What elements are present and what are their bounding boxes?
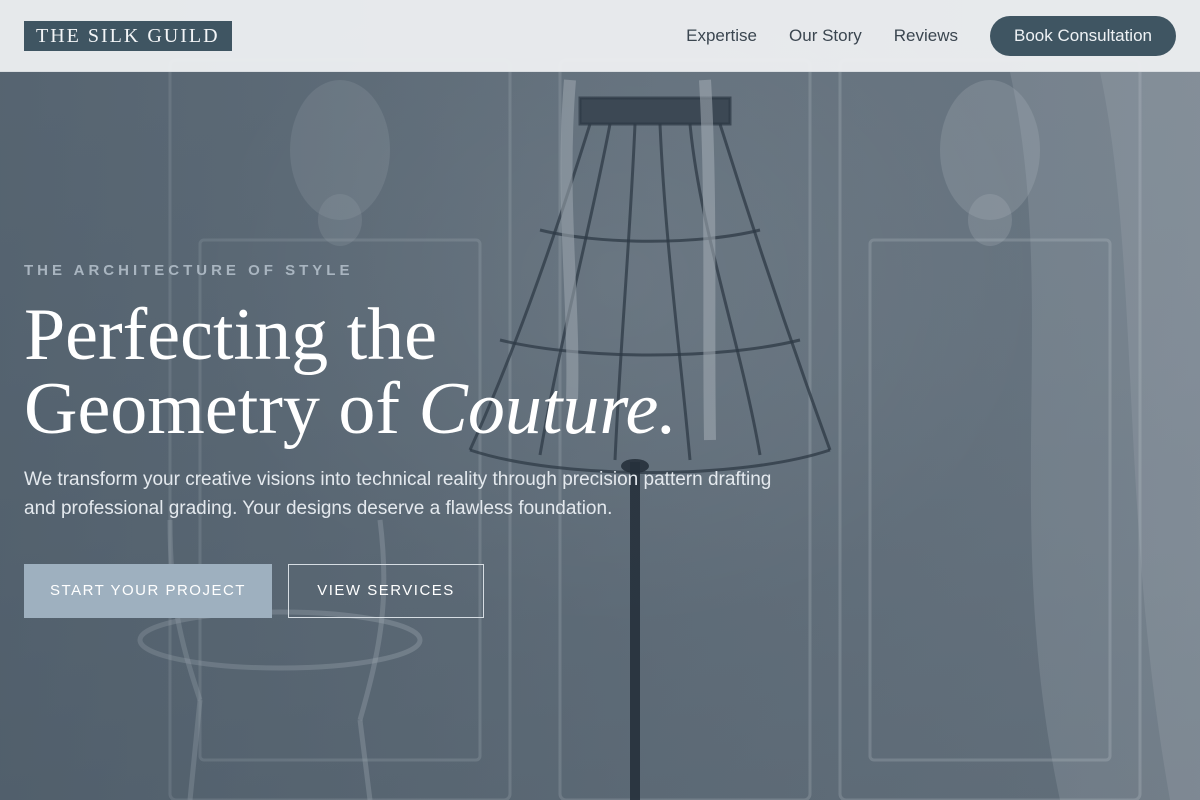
hero-headline: Perfecting the Geometry of Couture. [24,298,924,446]
book-consultation-button[interactable]: Book Consultation [990,16,1176,56]
headline-line-2-prefix: Geometry of [24,368,419,450]
hero-subtext: We transform your creative visions into … [24,469,772,519]
nav-link-reviews[interactable]: Reviews [894,26,958,46]
view-services-button[interactable]: VIEW SERVICES [288,564,484,618]
headline-line-2: Geometry of Couture. [24,372,924,446]
site-header: THE SILK GUILD Expertise Our Story Revie… [0,0,1200,72]
start-project-button[interactable]: START YOUR PROJECT [24,564,272,618]
nav-link-our-story[interactable]: Our Story [789,26,862,46]
nav-link-expertise[interactable]: Expertise [686,26,757,46]
brand-logo[interactable]: THE SILK GUILD [24,21,232,51]
headline-line-1: Perfecting the [24,294,437,376]
hero-eyebrow: THE ARCHITECTURE OF STYLE [24,262,354,279]
headline-emphasis: Couture. [418,368,677,450]
hero-section: THE ARCHITECTURE OF STYLE Perfecting the… [0,0,1200,800]
main-nav: Expertise Our Story Reviews Book Consult… [686,0,1176,72]
